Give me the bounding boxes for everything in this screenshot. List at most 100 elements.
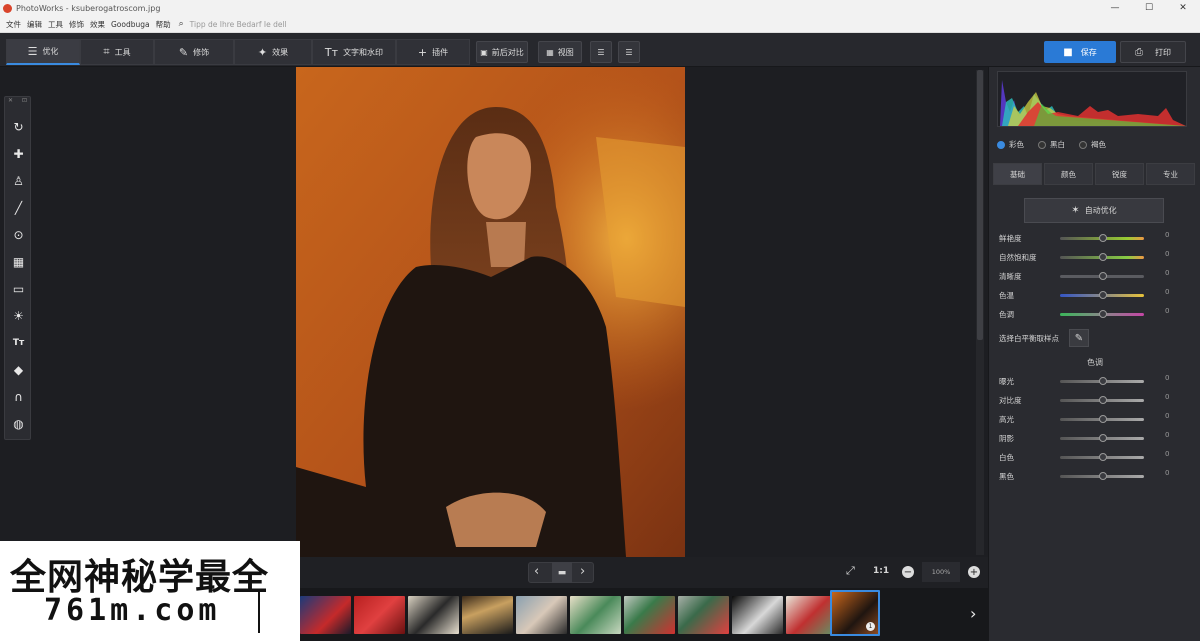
- tab-retouch[interactable]: ✎ 修饰: [154, 39, 234, 65]
- thumbnail[interactable]: [300, 596, 351, 634]
- tab-color[interactable]: 颜色: [1044, 163, 1093, 185]
- minimize-button[interactable]: —: [1098, 0, 1132, 16]
- filmstrip-next-button[interactable]: ›: [970, 604, 976, 623]
- previous-image-button[interactable]: ‹: [534, 564, 539, 579]
- tab-enhance[interactable]: ☰ 优化: [6, 39, 80, 65]
- text-icon[interactable]: Tт: [5, 333, 32, 353]
- thumbnail[interactable]: [678, 596, 729, 634]
- slider-track[interactable]: [1060, 310, 1144, 318]
- watermark-divider: [258, 589, 260, 633]
- menu-edit[interactable]: 编辑: [27, 19, 42, 30]
- slider-track[interactable]: [1060, 377, 1144, 385]
- tab-pro[interactable]: 专业: [1146, 163, 1195, 185]
- slider-handle[interactable]: [1099, 472, 1107, 480]
- slider-track[interactable]: [1060, 234, 1144, 242]
- slider-handle[interactable]: [1099, 291, 1107, 299]
- menu-help[interactable]: 帮助: [156, 19, 171, 30]
- magnet-icon[interactable]: ∩: [5, 387, 32, 407]
- radio-sepia[interactable]: 褐色: [1079, 139, 1106, 150]
- radio-bw[interactable]: 黑白: [1038, 139, 1065, 150]
- slider-track[interactable]: [1060, 472, 1144, 480]
- slider-handle[interactable]: [1099, 234, 1107, 242]
- slider-track[interactable]: [1060, 434, 1144, 442]
- search-icon[interactable]: ⌕: [179, 19, 184, 29]
- fit-to-screen-icon[interactable]: ⤢: [846, 564, 855, 578]
- slider-track[interactable]: [1060, 415, 1144, 423]
- undo-button[interactable]: ☰: [590, 41, 612, 63]
- zoom-out-button[interactable]: −: [902, 566, 914, 578]
- thumbnail[interactable]: [462, 596, 513, 634]
- slider-value: 0: [1165, 469, 1170, 477]
- vignette-icon[interactable]: ▭: [5, 279, 32, 299]
- brush-icon[interactable]: ╱: [5, 198, 32, 218]
- view-button[interactable]: ▦ 视图: [538, 41, 582, 63]
- left-toolbox: ✕ ⊡ ↻ ✚ ♙ ╱ ⊙ ▦ ▭ ☀ Tт ◆ ∩ ◍: [4, 96, 31, 440]
- eyedropper-button[interactable]: ✎: [1069, 329, 1089, 347]
- light-icon[interactable]: ☀: [5, 306, 32, 326]
- thumbnail[interactable]: [624, 596, 675, 634]
- scrollbar-thumb[interactable]: [977, 70, 983, 340]
- slider-track[interactable]: [1060, 396, 1144, 404]
- vertical-scrollbar[interactable]: [976, 70, 984, 555]
- menu-effects[interactable]: 效果: [90, 19, 105, 30]
- stamp-icon[interactable]: ♙: [5, 171, 32, 191]
- slider-handle[interactable]: [1099, 434, 1107, 442]
- menu-file[interactable]: 文件: [6, 19, 21, 30]
- thumbnail-selected[interactable]: 1: [830, 590, 880, 636]
- dock-icon[interactable]: ⊡: [22, 97, 27, 106]
- thumbnail[interactable]: [732, 596, 783, 634]
- slider-track[interactable]: [1060, 253, 1144, 261]
- zoom-in-button[interactable]: +: [968, 566, 980, 578]
- slider-handle[interactable]: [1099, 272, 1107, 280]
- panel-tabs: 基础 颜色 锐度 专业: [993, 163, 1197, 185]
- save-button[interactable]: ■ 保存: [1044, 41, 1116, 63]
- toolbox-header: ✕ ⊡: [5, 97, 30, 106]
- maximize-button[interactable]: ☐: [1132, 0, 1166, 16]
- tone_sliders-slider-row: 曝光 0: [999, 374, 1174, 388]
- menu-retouch[interactable]: 修饰: [69, 19, 84, 30]
- target-icon[interactable]: ⊙: [5, 225, 32, 245]
- folder-icon[interactable]: ▬: [552, 562, 572, 583]
- close-window-button[interactable]: ✕: [1166, 0, 1200, 16]
- slider-label: 高光: [999, 414, 1014, 424]
- bucket-icon[interactable]: ◆: [5, 360, 32, 380]
- thumbnail[interactable]: [570, 596, 621, 634]
- healing-icon[interactable]: ✚: [5, 144, 32, 164]
- tab-tools[interactable]: ⌗ 工具: [80, 39, 154, 65]
- gradient-icon[interactable]: ▦: [5, 252, 32, 272]
- tab-text-watermark[interactable]: Tт 文字和水印: [312, 39, 396, 65]
- radio-color[interactable]: 彩色: [997, 139, 1024, 150]
- print-button[interactable]: ⎙ 打印: [1120, 41, 1186, 63]
- menu-tools[interactable]: 工具: [48, 19, 63, 30]
- compare-button[interactable]: ▣ 前后对比: [476, 41, 528, 63]
- slider-handle[interactable]: [1099, 396, 1107, 404]
- slider-handle[interactable]: [1099, 253, 1107, 261]
- thumbnail[interactable]: [354, 596, 405, 634]
- rotate-icon[interactable]: ↻: [5, 117, 32, 137]
- browse-group: ‹ ▬ ›: [528, 562, 594, 583]
- slider-handle[interactable]: [1099, 453, 1107, 461]
- slider-track[interactable]: [1060, 453, 1144, 461]
- auto-enhance-button[interactable]: ✶ 自动优化: [1024, 198, 1164, 223]
- globe-icon[interactable]: ◍: [5, 414, 32, 434]
- next-image-button[interactable]: ›: [580, 564, 585, 579]
- main-photo[interactable]: [296, 67, 685, 557]
- tab-basic[interactable]: 基础: [993, 163, 1042, 185]
- tab-plugins[interactable]: + 插件: [396, 39, 470, 65]
- tab-sharpness[interactable]: 锐度: [1095, 163, 1144, 185]
- tab-effects[interactable]: ✦ 效果: [234, 39, 312, 65]
- slider-handle[interactable]: [1099, 377, 1107, 385]
- slider-handle[interactable]: [1099, 415, 1107, 423]
- eyedropper-icon: ✎: [1074, 332, 1084, 344]
- thumbnail[interactable]: [408, 596, 459, 634]
- slider-track[interactable]: [1060, 272, 1144, 280]
- zoom-value[interactable]: 100%: [922, 562, 960, 582]
- redo-button[interactable]: ☰: [618, 41, 640, 63]
- actual-size-button[interactable]: 1:1: [873, 566, 889, 576]
- search-hint[interactable]: Tipp de Ihre Bedarf Ie dell: [190, 20, 287, 29]
- close-icon[interactable]: ✕: [8, 97, 13, 106]
- thumbnail[interactable]: [516, 596, 567, 634]
- slider-track[interactable]: [1060, 291, 1144, 299]
- menu-extra[interactable]: Goodbuga: [111, 20, 150, 29]
- slider-handle[interactable]: [1099, 310, 1107, 318]
